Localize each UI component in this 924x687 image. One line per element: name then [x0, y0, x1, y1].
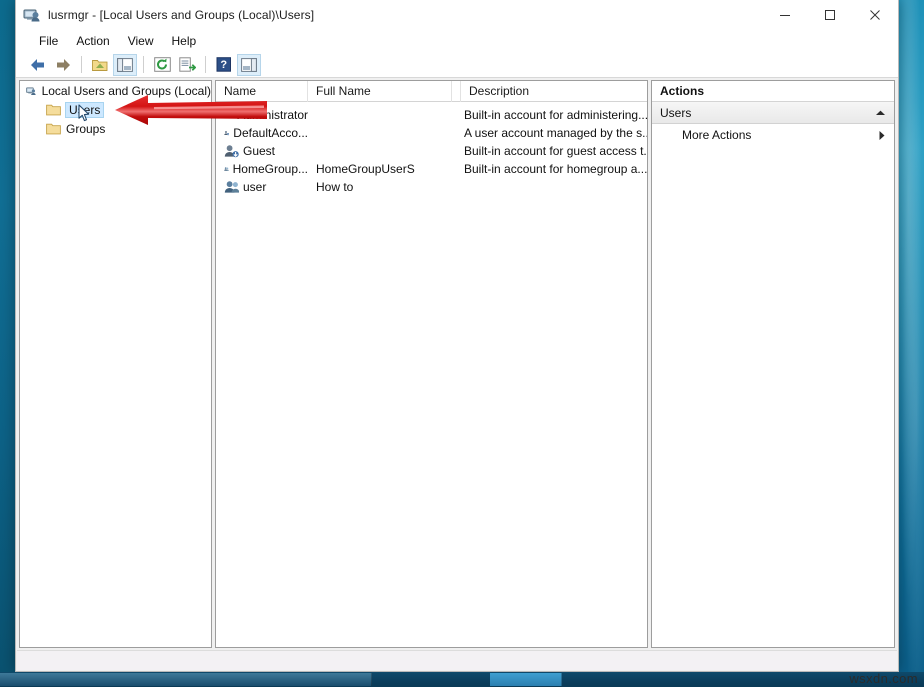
desktop-right-edge	[898, 0, 924, 672]
menu-item-action[interactable]: Action	[67, 32, 118, 50]
watermark: wsxdn.com	[849, 671, 918, 686]
refresh-button[interactable]	[150, 54, 174, 76]
minimize-button[interactable]	[762, 0, 807, 30]
back-icon	[29, 57, 47, 73]
table-row[interactable]: HomeGroup... HomeGroupUserS Built-in acc…	[216, 160, 647, 178]
toolbar-separator-1	[81, 56, 82, 73]
close-button[interactable]	[852, 0, 897, 30]
user-name: user	[243, 180, 266, 194]
title-bar[interactable]: lusrmgr - [Local Users and Groups (Local…	[16, 0, 898, 30]
actions-group-users[interactable]: Users	[652, 102, 894, 124]
user-icon	[224, 108, 233, 122]
toolbar-separator-2	[143, 56, 144, 73]
users-list-pane[interactable]: Name Full Name Description Admini	[215, 80, 648, 648]
user-name: DefaultAcco...	[233, 126, 308, 140]
actions-pane-title: Actions	[652, 81, 894, 102]
actions-pane: Actions Users More Actions	[651, 80, 895, 648]
column-header-name[interactable]: Name	[216, 81, 308, 102]
forward-icon	[54, 57, 72, 73]
cell-full-name: How to	[308, 180, 458, 194]
user-icon	[224, 162, 229, 176]
cell-description: Built-in account for guest access t...	[458, 144, 647, 158]
cell-name: Guest	[216, 144, 308, 158]
tree-item-users[interactable]: Users	[20, 100, 211, 119]
table-row[interactable]: user How to	[216, 178, 647, 196]
tree-item-label: Groups	[66, 122, 105, 136]
help-button[interactable]: ?	[212, 54, 236, 76]
desktop-left-edge	[0, 0, 15, 672]
user-icon	[224, 180, 239, 194]
back-button[interactable]	[26, 54, 50, 76]
table-row[interactable]: Guest Built-in account for guest access …	[216, 142, 647, 160]
tree-item-label: Local Users and Groups (Local)	[42, 84, 211, 98]
show-hide-action-pane-icon	[241, 58, 257, 72]
tree-item-local-users-and-groups[interactable]: Local Users and Groups (Local)	[20, 81, 211, 100]
minimize-icon	[779, 9, 791, 21]
svg-text:?: ?	[220, 59, 227, 71]
status-bar	[17, 650, 897, 670]
forward-button[interactable]	[51, 54, 75, 76]
cell-description: A user account managed by the s...	[458, 126, 647, 140]
cell-name: user	[216, 180, 308, 194]
cell-name: HomeGroup...	[216, 162, 308, 176]
export-list-button[interactable]	[175, 54, 199, 76]
computer-user-icon	[23, 6, 41, 24]
toolbar: ?	[16, 52, 898, 78]
actions-group-label: Users	[660, 106, 875, 120]
taskbar-button-2[interactable]	[490, 673, 562, 686]
user-disabled-icon	[224, 126, 229, 140]
cell-name: Administrator	[216, 108, 308, 122]
chevron-right-icon	[878, 130, 886, 141]
user-name: Guest	[243, 144, 275, 158]
column-header-full-name[interactable]: Full Name	[308, 81, 452, 102]
window-title: lusrmgr - [Local Users and Groups (Local…	[48, 8, 314, 22]
menu-item-help[interactable]: Help	[163, 32, 206, 50]
export-list-icon	[179, 57, 196, 72]
show-hide-action-pane-button[interactable]	[237, 54, 261, 76]
tree-item-label: Users	[66, 103, 103, 117]
column-header-spacer	[452, 81, 461, 102]
action-item-label: More Actions	[682, 128, 878, 142]
content-area: Local Users and Groups (Local) Users Gro…	[16, 78, 898, 648]
chevron-up-icon[interactable]	[875, 109, 886, 117]
show-hide-console-tree-icon	[117, 58, 133, 72]
menu-item-view[interactable]: View	[119, 32, 163, 50]
user-disabled-icon	[224, 144, 239, 158]
cell-description: Built-in account for administering...	[458, 108, 647, 122]
lusrmgr-window: lusrmgr - [Local Users and Groups (Local…	[15, 0, 899, 672]
column-header-description[interactable]: Description	[461, 81, 647, 102]
maximize-icon	[824, 9, 836, 21]
show-hide-console-tree-button[interactable]	[113, 54, 137, 76]
cell-name: DefaultAcco...	[216, 126, 308, 140]
up-folder-icon	[91, 57, 109, 73]
computer-icon	[26, 84, 37, 98]
tree-item-groups[interactable]: Groups	[20, 119, 211, 138]
table-row[interactable]: DefaultAcco... A user account managed by…	[216, 124, 647, 142]
console-tree-pane[interactable]: Local Users and Groups (Local) Users Gro…	[19, 80, 212, 648]
taskbar	[0, 672, 924, 687]
menu-bar: File Action View Help	[16, 30, 898, 52]
menu-item-file[interactable]: File	[30, 32, 67, 50]
taskbar-button-1[interactable]	[0, 673, 372, 686]
user-name: Administrator	[237, 108, 308, 122]
close-icon	[869, 9, 881, 21]
maximize-button[interactable]	[807, 0, 852, 30]
help-icon: ?	[216, 57, 232, 72]
cell-description: Built-in account for homegroup a...	[458, 162, 647, 176]
toolbar-separator-3	[205, 56, 206, 73]
user-name: HomeGroup...	[233, 162, 308, 176]
action-item-more-actions[interactable]: More Actions	[652, 124, 894, 146]
users-list-body: Administrator Built-in account for admin…	[216, 102, 647, 196]
table-row[interactable]: Administrator Built-in account for admin…	[216, 106, 647, 124]
refresh-icon	[154, 57, 171, 72]
folder-icon	[46, 122, 61, 135]
folder-icon	[46, 103, 61, 116]
list-column-headers: Name Full Name Description	[216, 81, 647, 102]
up-folder-button[interactable]	[88, 54, 112, 76]
cell-full-name: HomeGroupUserS	[308, 162, 458, 176]
